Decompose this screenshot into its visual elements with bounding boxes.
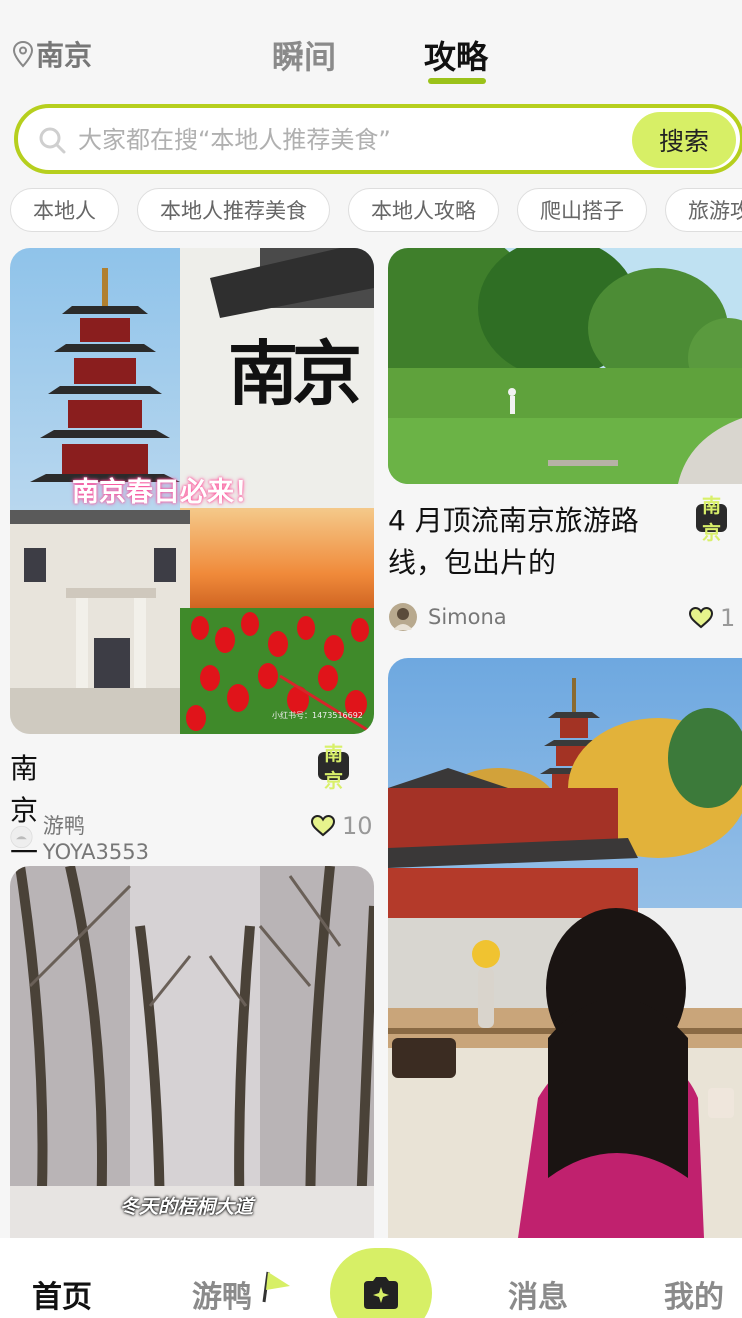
author-name: Simona bbox=[428, 605, 507, 629]
tag-chip[interactable]: 本地人攻略 bbox=[348, 188, 499, 232]
like-counter[interactable]: 10 bbox=[310, 812, 373, 840]
like-count: 1 bbox=[720, 604, 736, 632]
city-badge: 南京 bbox=[696, 495, 728, 544]
tag-chip[interactable]: 爬山搭子 bbox=[517, 188, 647, 232]
search-button[interactable]: 搜索 bbox=[632, 112, 736, 168]
location-city: 南京 bbox=[36, 39, 93, 72]
nav-messages[interactable]: 消息 bbox=[508, 1272, 568, 1316]
heart-icon bbox=[688, 606, 714, 629]
avatar bbox=[389, 603, 417, 631]
tag-chip[interactable]: 本地人 bbox=[10, 188, 119, 232]
nav-home[interactable]: 首页 bbox=[32, 1272, 92, 1316]
tag-list: 本地人 本地人推荐美食 本地人攻略 爬山搭子 旅游攻 bbox=[10, 188, 742, 234]
image-watermark: 小红书号：1473516692 bbox=[272, 711, 363, 720]
post-title: 4 月顶流南京旅游路线，包出片的 bbox=[388, 504, 639, 579]
nav-me[interactable]: 我的 bbox=[664, 1272, 724, 1316]
search-input[interactable] bbox=[78, 120, 638, 160]
nav-youya[interactable]: 游鸭 bbox=[192, 1272, 252, 1316]
like-counter[interactable]: 1 bbox=[688, 604, 735, 632]
author-name: 游鸭YOYA3553 bbox=[42, 814, 149, 864]
publish-camera-button[interactable] bbox=[330, 1248, 432, 1318]
active-tab-indicator bbox=[428, 78, 486, 84]
camera-icon bbox=[364, 1277, 398, 1309]
overlay-caption: 冬天的梧桐大道 bbox=[120, 1196, 254, 1218]
like-count: 10 bbox=[342, 812, 373, 840]
post-author[interactable]: Simona bbox=[388, 602, 507, 632]
heart-icon bbox=[310, 814, 336, 837]
location-pin-icon bbox=[12, 40, 34, 68]
top-header: 南京 瞬间 攻略 bbox=[0, 0, 742, 100]
temple-view-image bbox=[388, 658, 742, 1238]
park-lawn-image bbox=[388, 248, 742, 484]
calligraphy-text: 南京 bbox=[228, 332, 362, 415]
tab-moment[interactable]: 瞬间 bbox=[272, 32, 336, 78]
post-author[interactable]: 游鸭YOYA3553 bbox=[10, 810, 156, 864]
location-selector[interactable]: 南京 bbox=[12, 34, 92, 74]
flag-icon bbox=[262, 1271, 290, 1303]
snowy-avenue-image bbox=[10, 866, 374, 1238]
tag-chip[interactable]: 本地人推荐美食 bbox=[137, 188, 330, 232]
post-image[interactable]: 冬天的梧桐大道 bbox=[10, 866, 374, 1238]
bottom-nav: 首页 游鸭 消息 我的 bbox=[0, 1238, 742, 1318]
overlay-caption: 南京春日必来！ bbox=[72, 477, 261, 508]
post-image[interactable] bbox=[388, 248, 742, 484]
city-badge: 南京 bbox=[318, 743, 350, 792]
post-image[interactable]: 南京 南京春日必来！ 小红书号：1473516692 bbox=[10, 248, 374, 734]
search-icon bbox=[39, 127, 66, 154]
tab-guide[interactable]: 攻略 bbox=[424, 32, 488, 78]
avatar bbox=[10, 825, 33, 849]
search-bar: 搜索 bbox=[14, 104, 742, 174]
tag-chip[interactable]: 旅游攻 bbox=[665, 188, 742, 232]
post-image[interactable] bbox=[388, 658, 742, 1238]
